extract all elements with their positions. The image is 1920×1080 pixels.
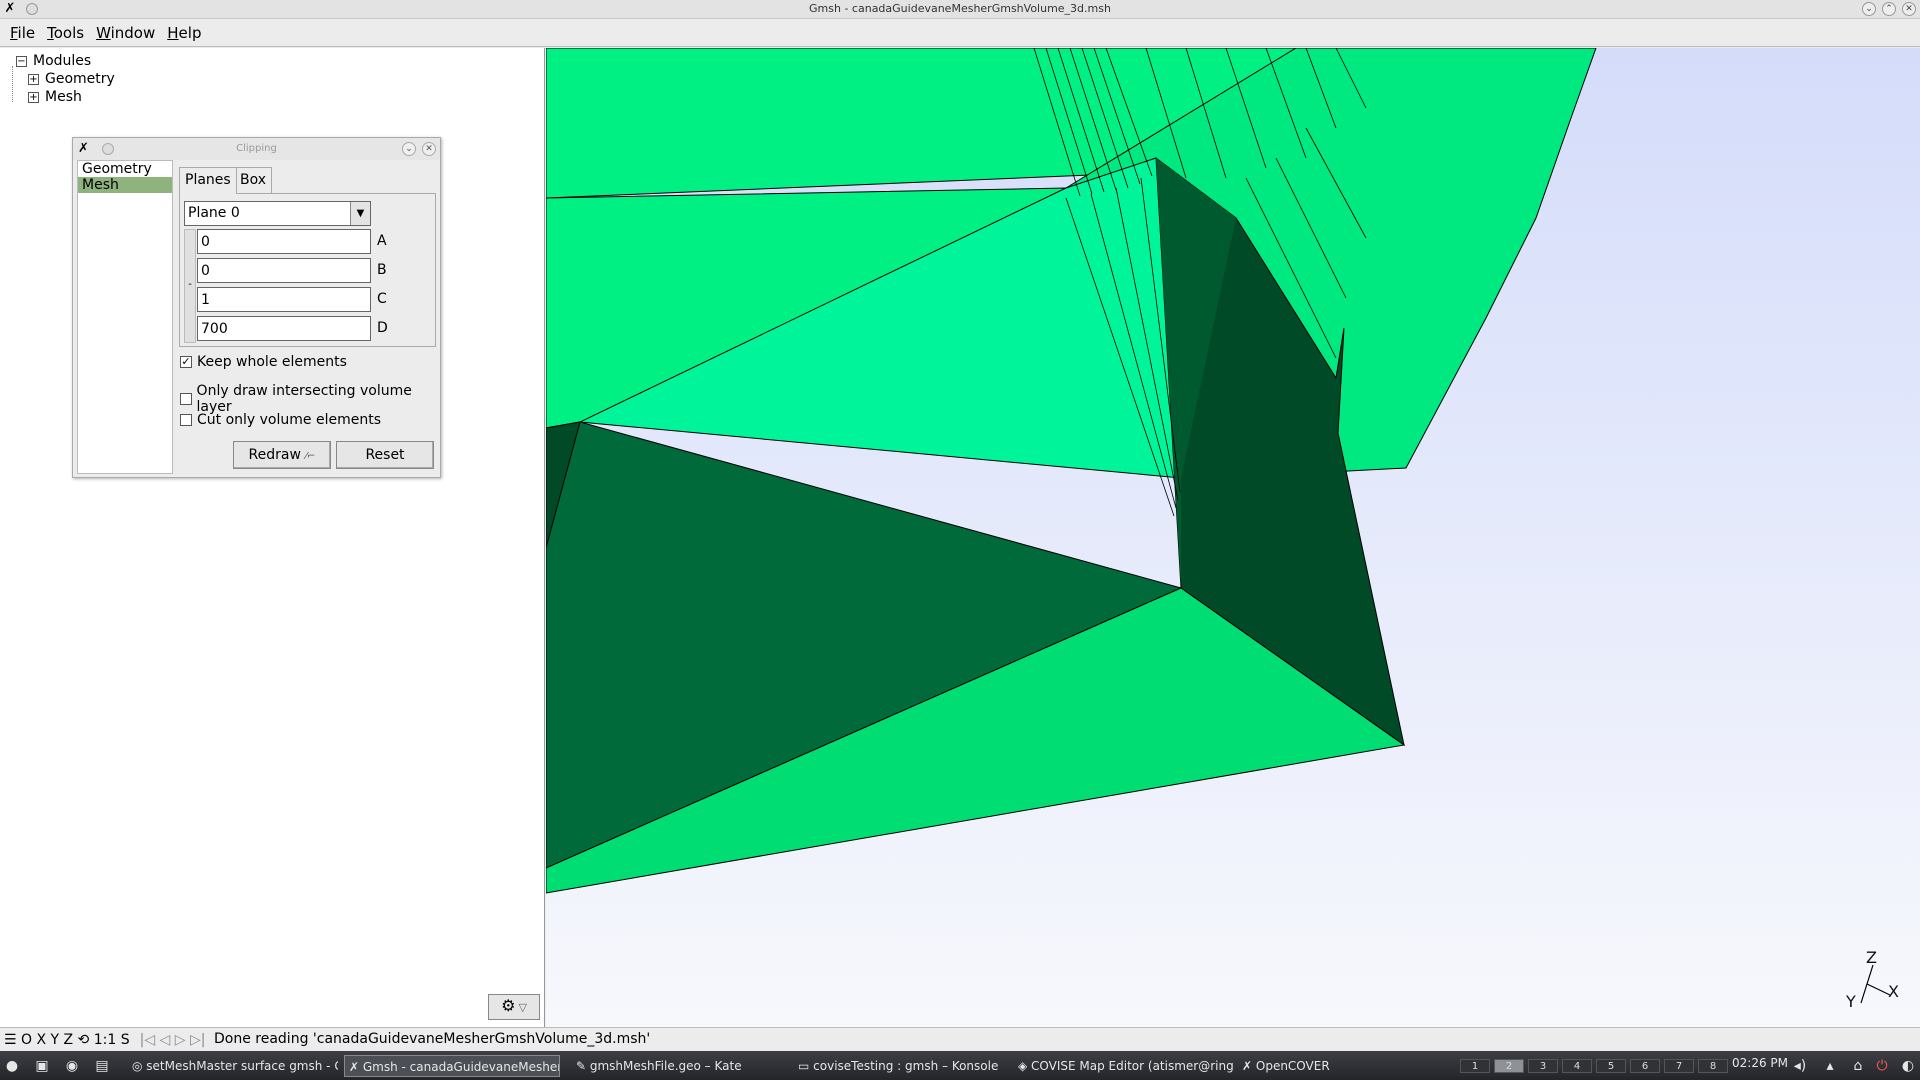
dropdown-arrow-icon[interactable]: ▼ — [350, 202, 370, 225]
coefficient-d-label: D — [377, 320, 388, 336]
menu-window[interactable]: Window — [90, 24, 161, 42]
animation-controls-icon[interactable]: |◁ ◁ ▷ ▷| — [140, 1032, 206, 1048]
plane-select[interactable]: Plane 0 ▼ — [184, 201, 371, 226]
clip-target-list[interactable]: Geometry Mesh — [77, 160, 173, 474]
close-icon[interactable]: ✕ — [422, 142, 436, 156]
tab-planes[interactable]: Planes — [179, 167, 237, 194]
task-item[interactable]: ◈ COVISE Map Editor (atismer@ring — [1014, 1055, 1234, 1077]
gmsh-app-icon: ✗ — [349, 1060, 363, 1074]
menu-file[interactable]: File — [4, 24, 41, 42]
status-bar: ☰ O X Y Z ⟲ 1:1 S |◁ ◁ ▷ ▷| Done reading… — [0, 1027, 1920, 1051]
expand-icon[interactable]: + — [28, 91, 39, 103]
task-item[interactable]: ▭ coviseTesting : gmsh – Konsole — [794, 1055, 1004, 1077]
axis-x-label: X — [1888, 982, 1899, 1001]
coefficient-a-label: A — [377, 233, 387, 249]
toggle-light-icon: ⁄⌐ — [305, 451, 316, 462]
collapse-icon[interactable]: − — [16, 55, 27, 67]
maximize-icon[interactable]: ⌃ — [1882, 2, 1896, 16]
tree-connector — [12, 66, 13, 102]
files-icon[interactable]: ▤ — [92, 1056, 112, 1076]
tree-item-geometry[interactable]: + Geometry — [28, 71, 115, 87]
app-menu-icon[interactable]: ● — [2, 1056, 22, 1076]
plane-side-toggle[interactable]: - — [184, 229, 196, 343]
redraw-button[interactable]: Redraw ⁄⌐ — [233, 441, 331, 469]
tree-item-mesh[interactable]: + Mesh — [28, 89, 82, 105]
konsole-icon: ▭ — [798, 1059, 814, 1073]
view-buttons[interactable]: ☰ O X Y Z ⟲ 1:1 S — [4, 1032, 130, 1048]
settings-gear-button[interactable]: ⚙ ▽ — [488, 994, 540, 1020]
list-item-geometry[interactable]: Geometry — [78, 161, 172, 177]
window-titlebar: ✗ Gmsh - canadaGuidevaneMesherGmshVolume… — [0, 0, 1920, 19]
task-item-active[interactable]: ✗ Gmsh - canadaGuidevaneMesher — [344, 1055, 560, 1077]
task-item[interactable]: ◎ setMeshMaster surface gmsh - Go — [128, 1055, 338, 1077]
list-item-mesh[interactable]: Mesh — [78, 177, 172, 193]
coefficient-a-input[interactable] — [197, 229, 371, 254]
cut-volume-elements-checkbox[interactable]: Cut only volume elements — [180, 412, 381, 428]
firefox-icon[interactable]: ◉ — [62, 1056, 82, 1076]
intersecting-volume-layer-checkbox[interactable]: Only draw intersecting volume layer — [180, 383, 440, 415]
tray-arrow-icon[interactable]: ▴ — [1820, 1056, 1840, 1076]
checkbox-unchecked[interactable] — [180, 414, 192, 426]
task-item[interactable]: ✎ gmshMeshFile.geo – Kate — [572, 1055, 772, 1077]
desktop-pager-6[interactable]: 6 — [1630, 1059, 1660, 1073]
desktop-pager-4[interactable]: 4 — [1562, 1059, 1592, 1073]
terminal-icon[interactable]: ▣ — [32, 1056, 52, 1076]
desktop-pager-5[interactable]: 5 — [1596, 1059, 1626, 1073]
tree-item-modules[interactable]: − Modules — [16, 53, 91, 69]
status-message: Done reading 'canadaGuidevaneMesherGmshV… — [214, 1031, 651, 1047]
menu-bar: File Tools Window Help — [0, 19, 1920, 47]
window-title: Gmsh - canadaGuidevaneMesherGmshVolume_3… — [809, 2, 1111, 15]
reset-button[interactable]: Reset — [336, 441, 434, 469]
kate-icon: ✎ — [576, 1059, 590, 1073]
mesh-render — [546, 48, 1920, 1027]
menu-help[interactable]: Help — [161, 24, 207, 42]
checkbox-checked[interactable]: ✓ — [180, 356, 192, 368]
desktop-pager-2[interactable]: 2 — [1494, 1059, 1524, 1073]
keep-whole-elements-checkbox[interactable]: ✓ Keep whole elements — [180, 354, 347, 370]
close-icon[interactable]: ✕ — [1902, 2, 1916, 16]
desktop-pager-8[interactable]: 8 — [1698, 1059, 1728, 1073]
axis-y-label: Y — [1846, 992, 1856, 1011]
network-icon[interactable]: ⌂ — [1848, 1056, 1868, 1076]
coefficient-b-label: B — [377, 262, 387, 278]
desktop-pager-3[interactable]: 3 — [1528, 1059, 1558, 1073]
clipping-title: Clipping — [236, 143, 277, 154]
menu-tools[interactable]: Tools — [41, 24, 90, 42]
session-icon[interactable]: ◐ — [1898, 1056, 1918, 1076]
opencover-icon: ✗ — [1242, 1059, 1256, 1073]
clock[interactable]: 02:26 PM — [1732, 1056, 1788, 1070]
minimize-icon[interactable]: ⌄ — [402, 142, 416, 156]
task-item[interactable]: ✗ OpenCOVER — [1238, 1055, 1358, 1077]
desktop-taskbar: ● ▣ ◉ ▤ ◎ setMeshMaster surface gmsh - G… — [0, 1051, 1920, 1080]
expand-icon[interactable]: + — [28, 73, 39, 85]
checkbox-unchecked[interactable] — [180, 393, 192, 405]
tab-box[interactable]: Box — [234, 167, 273, 193]
coefficient-c-label: C — [377, 291, 387, 307]
volume-icon[interactable]: ◂) — [1790, 1056, 1810, 1076]
desktop-pager-7[interactable]: 7 — [1664, 1059, 1694, 1073]
minimize-icon[interactable]: ⌄ — [1862, 2, 1876, 16]
chrome-icon: ◎ — [132, 1059, 147, 1073]
coefficient-b-input[interactable] — [197, 258, 371, 283]
clipping-titlebar: ✗ Clipping ⌄ ✕ — [73, 138, 440, 160]
coefficient-c-input[interactable] — [197, 287, 371, 312]
covise-icon: ◈ — [1018, 1059, 1032, 1073]
graphics-viewport[interactable]: Z X Y — [546, 48, 1920, 1027]
coefficient-d-input[interactable] — [197, 316, 371, 341]
clipping-dialog: ✗ Clipping ⌄ ✕ Geometry Mesh Planes Box … — [72, 137, 441, 478]
axis-z-label: Z — [1866, 948, 1877, 967]
power-icon[interactable]: ⏻ — [1872, 1056, 1892, 1076]
desktop-pager-1[interactable]: 1 — [1460, 1059, 1490, 1073]
